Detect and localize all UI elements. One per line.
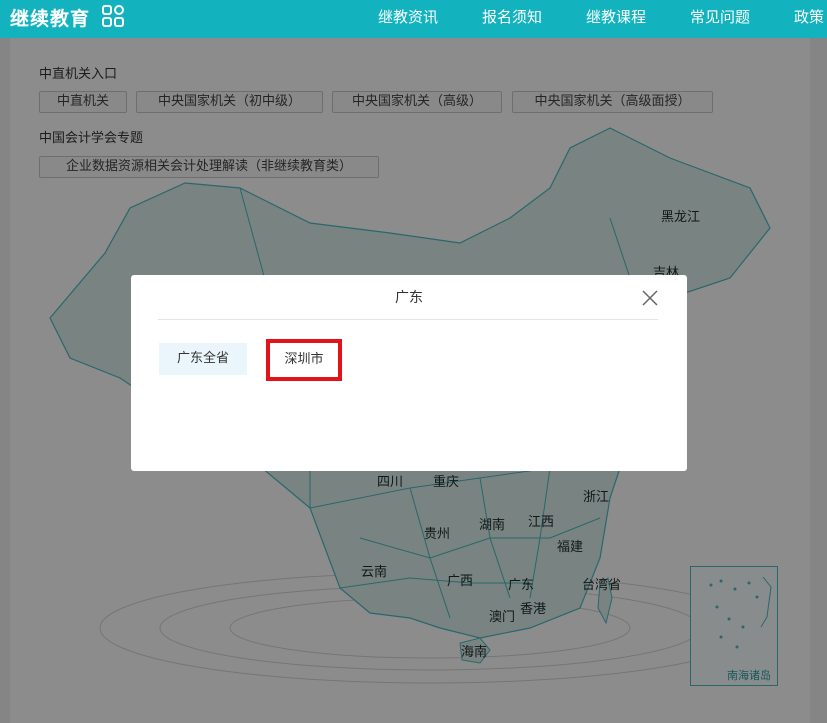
option-guangdong-all[interactable]: 广东全省 — [159, 343, 247, 375]
nav-policy[interactable]: 政策 — [794, 6, 824, 27]
region-select-dialog: 广东 广东全省 深圳市 — [131, 275, 687, 471]
option-shenzhen[interactable]: 深圳市 — [266, 339, 342, 381]
nav-courses[interactable]: 继教课程 — [586, 6, 646, 27]
dialog-title: 广东 — [395, 290, 423, 306]
nav-registration[interactable]: 报名须知 — [482, 6, 542, 27]
close-icon[interactable] — [640, 288, 660, 308]
dialog-divider — [158, 319, 658, 320]
apps-grid-icon[interactable] — [101, 4, 125, 28]
nav-news[interactable]: 继教资讯 — [378, 6, 438, 27]
site-logo[interactable]: 继续教育 — [10, 4, 90, 31]
top-header: 继续教育 继教资讯 报名须知 继教课程 常见问题 政策 — [0, 0, 827, 38]
nav-faq[interactable]: 常见问题 — [690, 6, 750, 27]
